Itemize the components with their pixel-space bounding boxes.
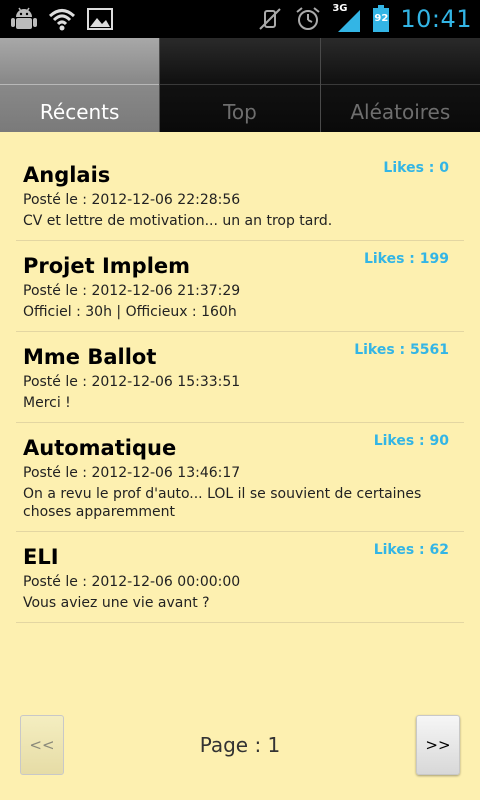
battery-level: 92 bbox=[374, 13, 389, 24]
status-bar: 3G 92 10:41 bbox=[0, 0, 480, 38]
likes-count: Likes : 90 bbox=[373, 433, 449, 449]
item-body: Merci ! bbox=[23, 395, 71, 411]
tab-label: Aléatoires bbox=[350, 100, 451, 124]
tab-bar: Récents Top Aléatoires bbox=[0, 38, 480, 132]
likes-count: Likes : 199 bbox=[363, 251, 449, 267]
page-indicator: Page : 1 bbox=[199, 733, 281, 757]
tab-aleatoires[interactable]: Aléatoires bbox=[320, 38, 480, 132]
post-list: Anglais Posté le : 2012-12-06 22:28:56 C… bbox=[16, 150, 464, 623]
item-body: CV et lettre de motivation... un an trop… bbox=[23, 213, 333, 229]
wifi-icon bbox=[48, 5, 76, 33]
item-body: Vous aviez une vie avant ? bbox=[23, 595, 210, 611]
list-item[interactable]: Automatique Posté le : 2012-12-06 13:46:… bbox=[16, 423, 464, 532]
tab-label: Top bbox=[223, 100, 257, 124]
item-date: Posté le : 2012-12-06 15:33:51 bbox=[23, 374, 241, 390]
battery-icon: 92 bbox=[372, 5, 390, 33]
item-date: Posté le : 2012-12-06 21:37:29 bbox=[23, 283, 241, 299]
item-date: Posté le : 2012-12-06 13:46:17 bbox=[23, 465, 241, 481]
list-item[interactable]: Anglais Posté le : 2012-12-06 22:28:56 C… bbox=[16, 150, 464, 241]
item-body: Officiel : 30h | Officieux : 160h bbox=[23, 304, 237, 320]
list-item[interactable]: ELI Posté le : 2012-12-06 00:00:00 Vous … bbox=[16, 532, 464, 623]
clock: 10:41 bbox=[400, 5, 472, 33]
likes-count: Likes : 0 bbox=[383, 160, 449, 176]
item-date: Posté le : 2012-12-06 00:00:00 bbox=[23, 574, 241, 590]
tab-recents[interactable]: Récents bbox=[0, 38, 161, 132]
likes-count: Likes : 5561 bbox=[354, 342, 449, 358]
tab-label: Récents bbox=[39, 100, 120, 124]
item-body: On a revu le prof d'auto... LOL il se so… bbox=[23, 486, 422, 520]
tab-top[interactable]: Top bbox=[160, 38, 321, 132]
list-item[interactable]: Projet Implem Posté le : 2012-12-06 21:3… bbox=[16, 241, 464, 332]
item-date: Posté le : 2012-12-06 22:28:56 bbox=[23, 192, 241, 208]
next-page-button[interactable]: >> bbox=[416, 715, 460, 775]
likes-count: Likes : 62 bbox=[373, 542, 449, 558]
mute-icon bbox=[256, 5, 284, 33]
alarm-icon bbox=[294, 5, 322, 33]
android-debug-icon bbox=[10, 5, 38, 33]
signal-icon: 3G bbox=[332, 3, 362, 34]
list-item[interactable]: Mme Ballot Posté le : 2012-12-06 15:33:5… bbox=[16, 332, 464, 423]
image-icon bbox=[86, 5, 114, 33]
